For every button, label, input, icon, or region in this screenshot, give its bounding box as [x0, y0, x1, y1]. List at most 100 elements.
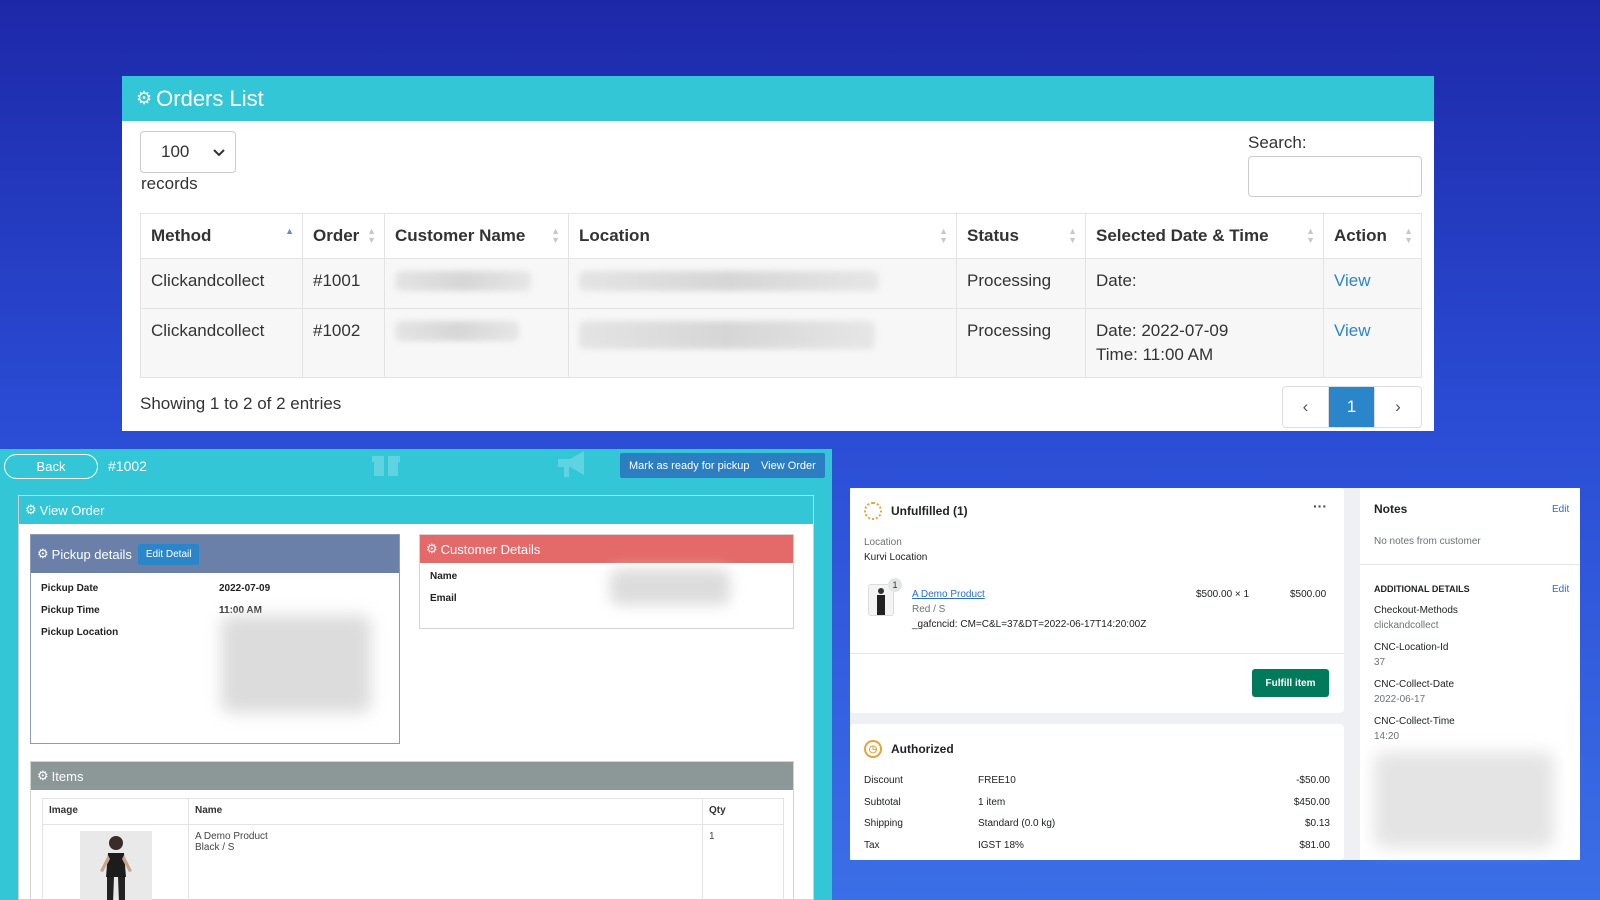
redacted-details: [1374, 752, 1554, 848]
price-quantity: $500.00 × 1: [1196, 589, 1250, 600]
pagination-next-button[interactable]: ›: [1375, 387, 1421, 427]
location-value: Kurvi Location: [864, 552, 928, 563]
cell-action: View: [1323, 258, 1422, 309]
sort-icon: ▲ ▼: [939, 226, 948, 245]
detail-key: CNC-Collect-Date: [1374, 679, 1455, 690]
sort-icon: ▲ ▼: [1306, 226, 1315, 245]
authorized-card: ◷ Authorized Discount FREE10 -$50.00 Sub…: [850, 724, 1344, 860]
back-button[interactable]: Back: [4, 454, 98, 479]
detail-value: 14:20: [1374, 731, 1400, 742]
chevron-down-icon: [213, 142, 225, 162]
detail-key: Checkout-Methods: [1374, 605, 1458, 616]
cell-selected-date-time: Date: 2022-07-09 Time: 11:00 AM: [1085, 308, 1324, 378]
gift-icon: [372, 451, 400, 484]
customer-details-header: ⚙ Customer Details: [420, 535, 793, 563]
cell-customer-name: [384, 258, 569, 309]
column-header-status[interactable]: Status ▲ ▼: [956, 213, 1086, 259]
view-order-panel-header: ⚙ View Order: [19, 496, 813, 524]
column-header-location[interactable]: Location ▲ ▼: [568, 213, 957, 259]
items-box: ⚙ Items Image Name Qty A Demo Product Bl…: [30, 761, 794, 900]
pickup-details-box: ⚙ Pickup details Edit Detail Pickup Date…: [30, 534, 400, 744]
notes-empty-text: No notes from customer: [1374, 536, 1481, 547]
quantity-badge: 1: [888, 578, 902, 592]
gear-icon: ⚙: [426, 541, 438, 556]
table-row: Clickandcollect #1002 Processing Date: 2…: [140, 308, 1422, 378]
item-name: A Demo Product: [195, 831, 268, 842]
cell-location: [568, 258, 957, 309]
gear-icon: ⚙: [136, 88, 153, 108]
detail-value: 2022-06-17: [1374, 694, 1426, 705]
unfulfilled-card: Unfulfilled (1) ··· Location Kurvi Locat…: [850, 488, 1344, 713]
gear-icon: ⚙: [37, 768, 49, 783]
column-header-method[interactable]: Method ▲: [140, 213, 303, 259]
view-order-topbar: Back #1002 Mark as ready for pickup View…: [0, 449, 832, 485]
notes-title: Notes: [1374, 502, 1408, 516]
customer-details-box: ⚙ Customer Details Name Email: [419, 534, 794, 629]
item-variant: Black / S: [195, 842, 235, 853]
pagination-page-1[interactable]: 1: [1329, 387, 1375, 427]
items-column-qty: Qty: [702, 798, 784, 825]
search-label: Search:: [1248, 133, 1307, 152]
sort-icon: ▲ ▼: [1404, 226, 1413, 245]
search-input[interactable]: [1248, 156, 1422, 197]
cell-order: #1002: [302, 308, 385, 378]
view-order-window: Back #1002 Mark as ready for pickup View…: [0, 449, 832, 900]
table-row: A Demo Product Black / S 1: [42, 824, 784, 900]
detail-value: clickandcollect: [1374, 620, 1439, 631]
pagination: ‹ 1 ›: [1282, 386, 1422, 428]
items-header: ⚙ Items: [31, 762, 793, 790]
unfulfilled-status-icon: [864, 502, 882, 520]
notes-card: Notes Edit No notes from customer ADDITI…: [1360, 488, 1580, 860]
payment-row-tax: Tax IGST 18% $81.00: [864, 840, 1330, 851]
product-variant: Red / S: [912, 604, 946, 615]
column-header-customer-name[interactable]: Customer Name ▲ ▼: [384, 213, 569, 259]
order-number: #1002: [108, 458, 147, 474]
view-order-link[interactable]: View: [1334, 321, 1371, 340]
unfulfilled-title-row: Unfulfilled (1): [864, 502, 968, 520]
cell-status: Processing: [956, 308, 1086, 378]
divider: [850, 653, 1344, 654]
authorized-title: Authorized: [891, 742, 954, 756]
column-header-action[interactable]: Action ▲ ▼: [1323, 213, 1422, 259]
records-per-page-select[interactable]: 100: [140, 131, 236, 173]
admin-order-panel: Unfulfilled (1) ··· Location Kurvi Locat…: [850, 488, 1580, 860]
item-name-cell: A Demo Product Black / S: [188, 824, 703, 900]
orders-list-panel: ⚙ Orders List 100 records Search: Method…: [122, 76, 1434, 431]
item-image-cell: [42, 824, 189, 900]
location-label: Location: [864, 537, 902, 548]
payment-row-subtotal: Subtotal 1 item $450.00: [864, 797, 1330, 808]
column-header-order[interactable]: Order ▲ ▼: [302, 213, 385, 259]
sort-icon: ▲ ▼: [1068, 226, 1077, 245]
notes-edit-link[interactable]: Edit: [1552, 504, 1569, 515]
product-link[interactable]: A Demo Product: [912, 589, 985, 600]
more-actions-menu[interactable]: ···: [1313, 498, 1327, 514]
customer-email-row: Email: [430, 592, 457, 604]
view-order-link[interactable]: View: [1334, 271, 1371, 290]
product-image: [79, 831, 152, 900]
cell-customer-name: [384, 308, 569, 378]
divider: [1360, 564, 1580, 565]
pagination-prev-button[interactable]: ‹: [1283, 387, 1329, 427]
megaphone-icon: [556, 449, 590, 486]
sort-icon: ▲ ▼: [367, 226, 376, 245]
gear-icon: ⚙: [37, 546, 49, 561]
payment-row-shipping: Shipping Standard (0.0 kg) $0.13: [864, 818, 1330, 829]
edit-detail-button[interactable]: Edit Detail: [137, 543, 200, 565]
authorized-title-row: ◷ Authorized: [864, 740, 954, 758]
cell-order: #1001: [302, 258, 385, 309]
redacted-location: [579, 271, 879, 291]
orders-table: Method ▲ Order ▲ ▼ Customer Name ▲ ▼ Locat…: [140, 213, 1422, 378]
cell-method: Clickandcollect: [140, 258, 303, 309]
fulfill-item-button[interactable]: Fulfill item: [1252, 669, 1329, 697]
cell-selected-date-time: Date:: [1085, 258, 1324, 309]
mark-ready-for-pickup-button[interactable]: Mark as ready for pickup: [620, 453, 759, 478]
redacted-location: [579, 321, 875, 349]
view-order-panel: ⚙ View Order ⚙ Pickup details Edit Detai…: [18, 495, 814, 900]
payment-row-discount: Discount FREE10 -$50.00: [864, 775, 1330, 786]
column-header-selected-date-time[interactable]: Selected Date & Time ▲ ▼: [1085, 213, 1324, 259]
orders-list-header: ⚙ Orders List: [122, 76, 1434, 121]
view-order-button[interactable]: View Order: [752, 453, 825, 478]
cell-location: [568, 308, 957, 378]
redacted-customer-name: [395, 321, 519, 341]
additional-details-edit-link[interactable]: Edit: [1552, 584, 1569, 595]
